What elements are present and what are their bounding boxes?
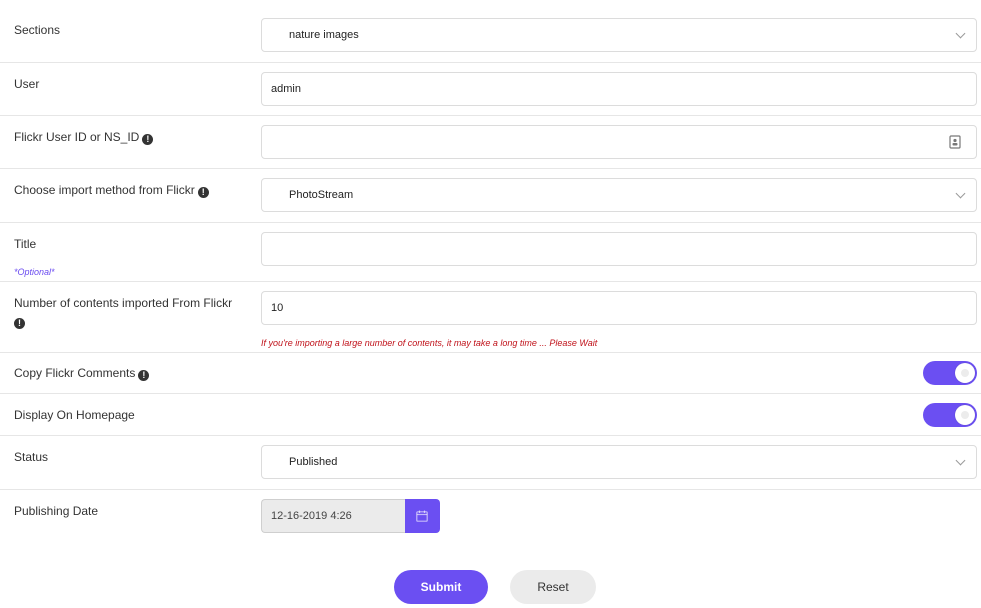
chevron-down-icon — [955, 455, 966, 466]
publishing-date-row: Publishing Date 12-16-2019 4:26 — [0, 490, 981, 550]
sections-row: Sections nature images — [0, 8, 981, 63]
contact-card-icon — [949, 135, 961, 149]
publishing-date-label: Publishing Date — [14, 504, 99, 518]
homepage-row: Display On Homepage — [0, 394, 981, 436]
count-label: Number of contents imported From Flickr! — [14, 296, 244, 329]
count-warning: If you're importing a large number of co… — [261, 338, 598, 348]
chevron-down-icon — [955, 188, 966, 199]
flickr-id-label: Flickr User ID or NS_ID! — [14, 130, 154, 145]
calendar-button[interactable] — [405, 499, 440, 533]
reset-button[interactable]: Reset — [510, 570, 596, 604]
chevron-down-icon — [955, 28, 966, 39]
info-icon[interactable]: ! — [14, 318, 25, 329]
publishing-date-field[interactable]: 12-16-2019 4:26 — [261, 499, 406, 533]
count-row: Number of contents imported From Flickr!… — [0, 282, 981, 353]
sections-select[interactable]: nature images — [261, 18, 977, 52]
copy-comments-toggle[interactable] — [923, 361, 977, 385]
flickr-id-field[interactable] — [261, 125, 977, 159]
toggle-knob — [955, 363, 975, 383]
user-field[interactable]: admin — [261, 72, 977, 106]
count-value: 10 — [271, 302, 284, 314]
status-row: Status Published — [0, 436, 981, 490]
status-label: Status — [14, 450, 49, 464]
flickr-id-row: Flickr User ID or NS_ID! — [0, 116, 981, 169]
sections-value: nature images — [289, 29, 359, 41]
info-icon[interactable]: ! — [197, 187, 209, 198]
title-row: Title *Optional* — [0, 223, 981, 282]
copy-comments-label-text: Copy Flickr Comments — [14, 366, 136, 380]
info-icon[interactable]: ! — [138, 370, 150, 381]
copy-comments-row: Copy Flickr Comments! — [0, 353, 981, 394]
optional-hint: *Optional* — [14, 267, 55, 277]
title-field[interactable] — [261, 232, 977, 266]
count-label-text: Number of contents imported From Flickr — [14, 296, 233, 310]
publishing-date-value: 12-16-2019 4:26 — [271, 510, 352, 522]
status-value: Published — [289, 456, 338, 468]
homepage-label: Display On Homepage — [14, 408, 135, 422]
sections-label: Sections — [14, 23, 61, 37]
copy-comments-label: Copy Flickr Comments! — [14, 366, 150, 381]
info-icon[interactable]: ! — [142, 134, 154, 145]
import-method-label-text: Choose import method from Flickr — [14, 183, 195, 197]
status-select[interactable]: Published — [261, 445, 977, 479]
toggle-knob — [955, 405, 975, 425]
count-field[interactable]: 10 — [261, 291, 977, 325]
flickr-id-label-text: Flickr User ID or NS_ID — [14, 130, 140, 144]
user-value: admin — [271, 83, 301, 95]
user-row: User admin — [0, 63, 981, 116]
import-method-label: Choose import method from Flickr! — [14, 183, 209, 198]
user-label: User — [14, 77, 40, 91]
homepage-toggle[interactable] — [923, 403, 977, 427]
calendar-icon — [416, 510, 428, 522]
import-method-select[interactable]: PhotoStream — [261, 178, 977, 212]
title-label: Title — [14, 237, 37, 251]
import-method-value: PhotoStream — [289, 189, 354, 201]
import-method-row: Choose import method from Flickr! PhotoS… — [0, 169, 981, 223]
submit-button[interactable]: Submit — [394, 570, 488, 604]
